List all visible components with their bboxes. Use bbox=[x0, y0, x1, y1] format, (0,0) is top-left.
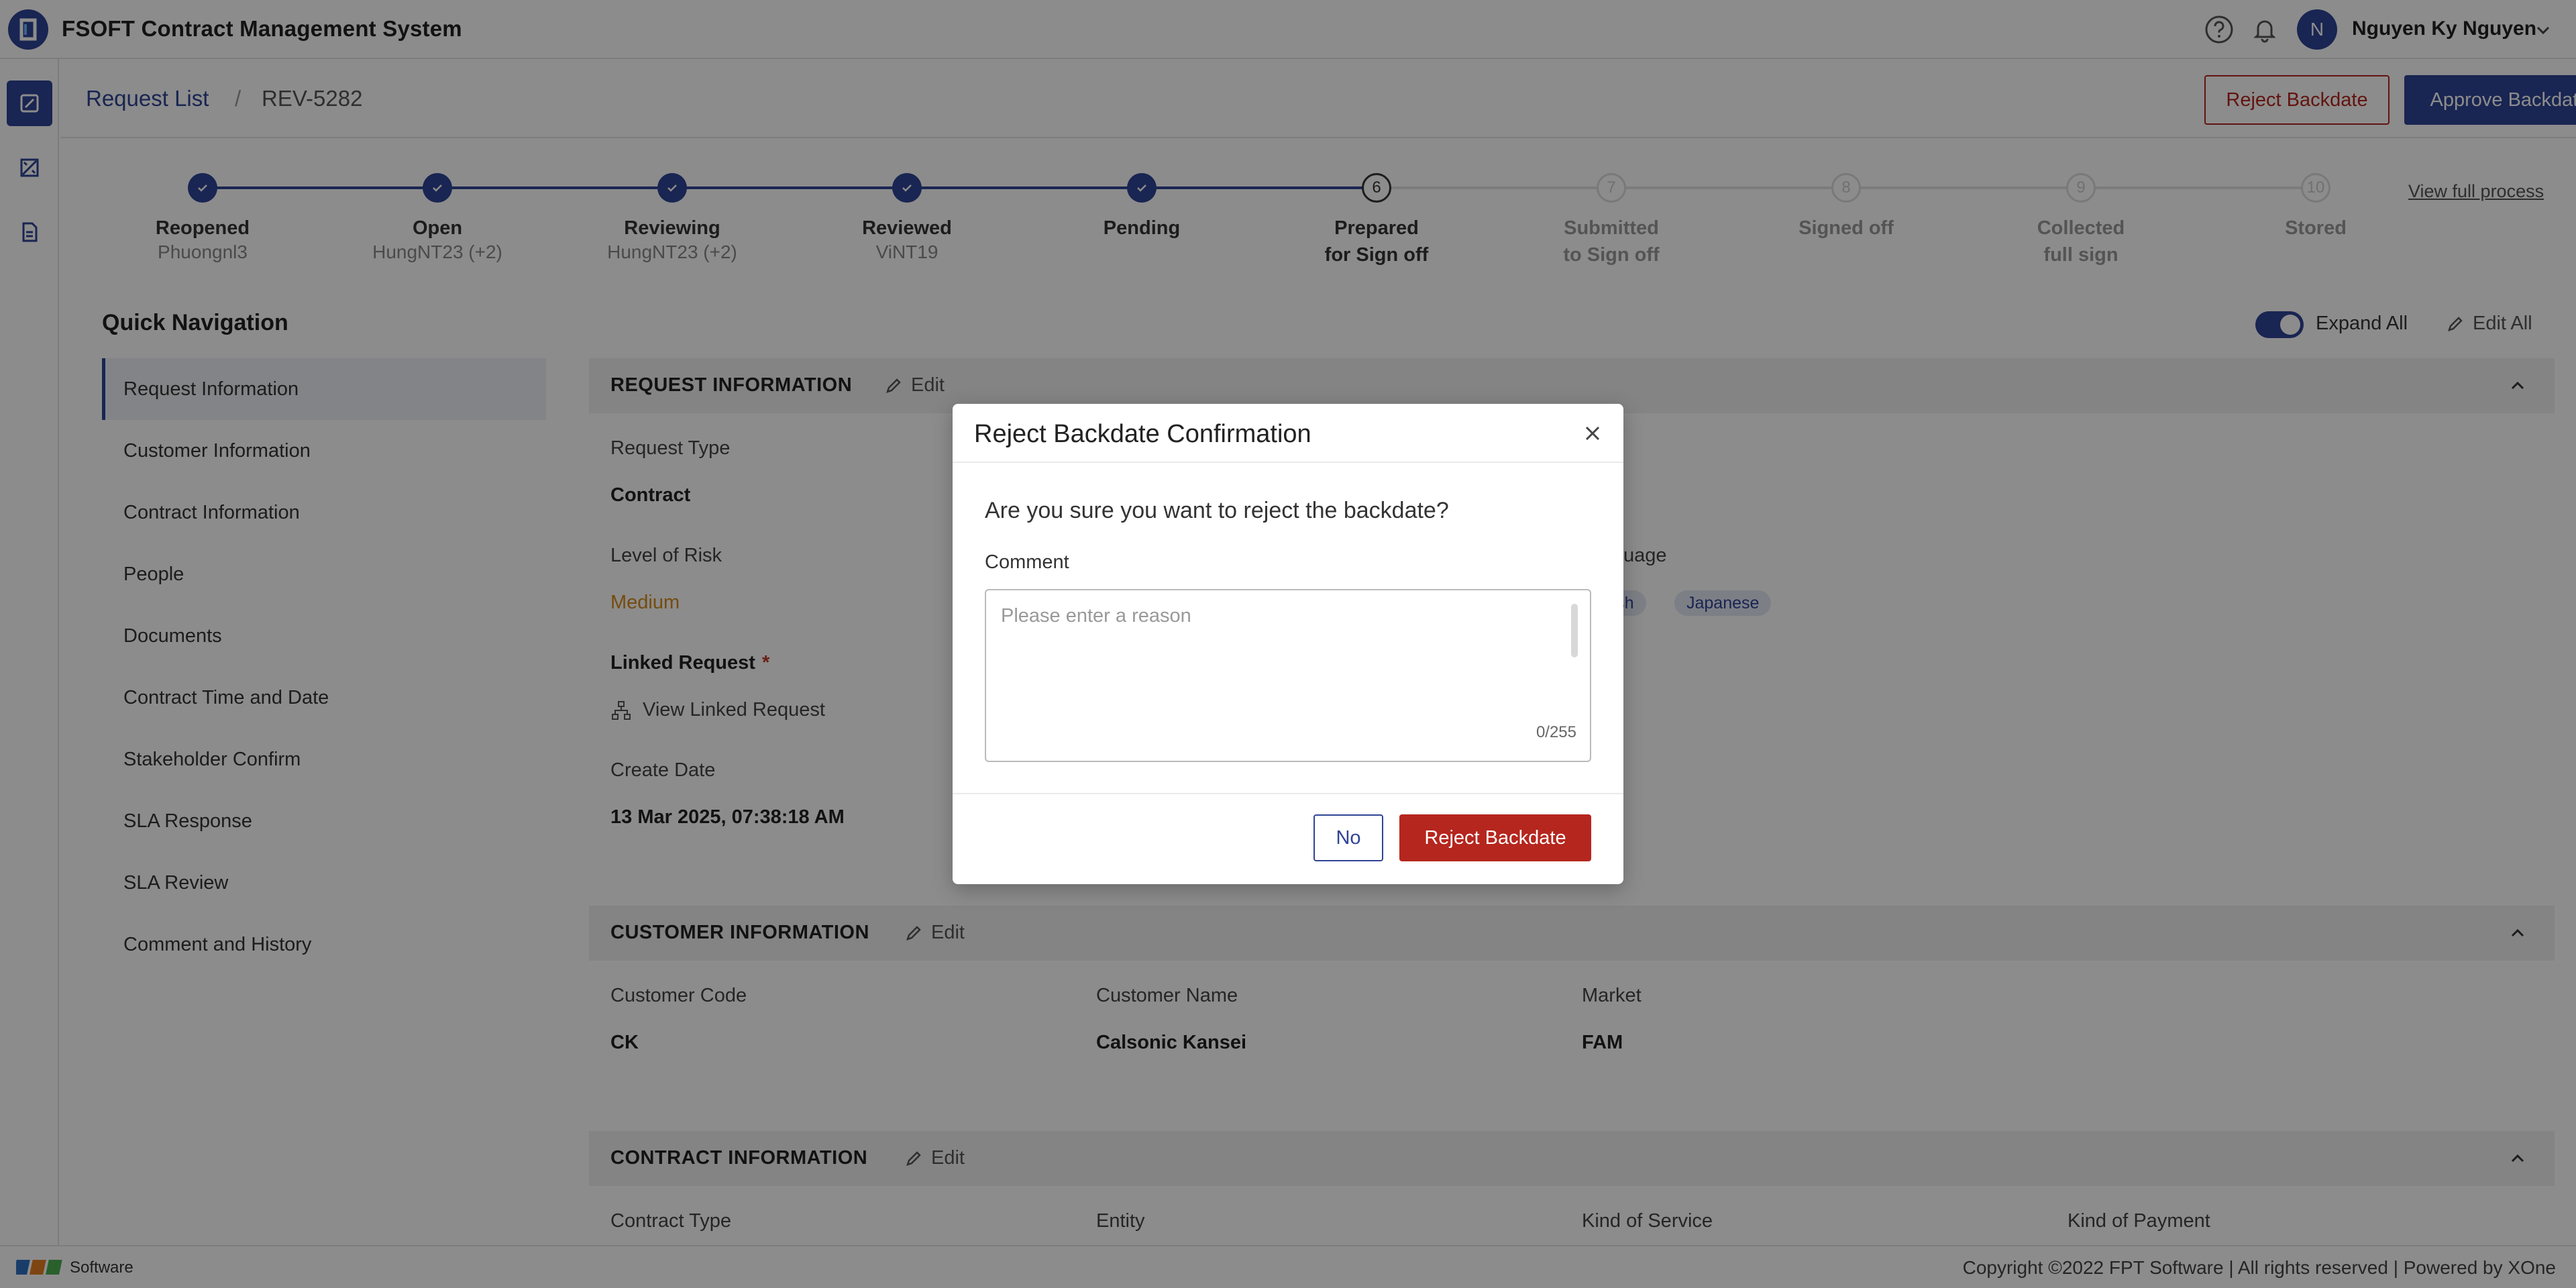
char-counter: 0/255 bbox=[1536, 723, 1576, 741]
modal-header: Reject Backdate Confirmation bbox=[953, 404, 1623, 463]
textarea-scrollbar[interactable] bbox=[1571, 604, 1578, 657]
comment-textarea[interactable] bbox=[985, 589, 1591, 762]
no-button[interactable]: No bbox=[1313, 814, 1383, 861]
confirm-reject-backdate-button[interactable]: Reject Backdate bbox=[1399, 814, 1591, 861]
comment-label: Comment bbox=[985, 551, 1069, 573]
modal-divider bbox=[953, 793, 1623, 794]
close-icon[interactable] bbox=[1582, 423, 1603, 444]
modal-question: Are you sure you want to reject the back… bbox=[985, 498, 1449, 523]
modal-title: Reject Backdate Confirmation bbox=[974, 420, 1311, 448]
reject-backdate-modal: Reject Backdate Confirmation Are you sur… bbox=[953, 404, 1623, 884]
